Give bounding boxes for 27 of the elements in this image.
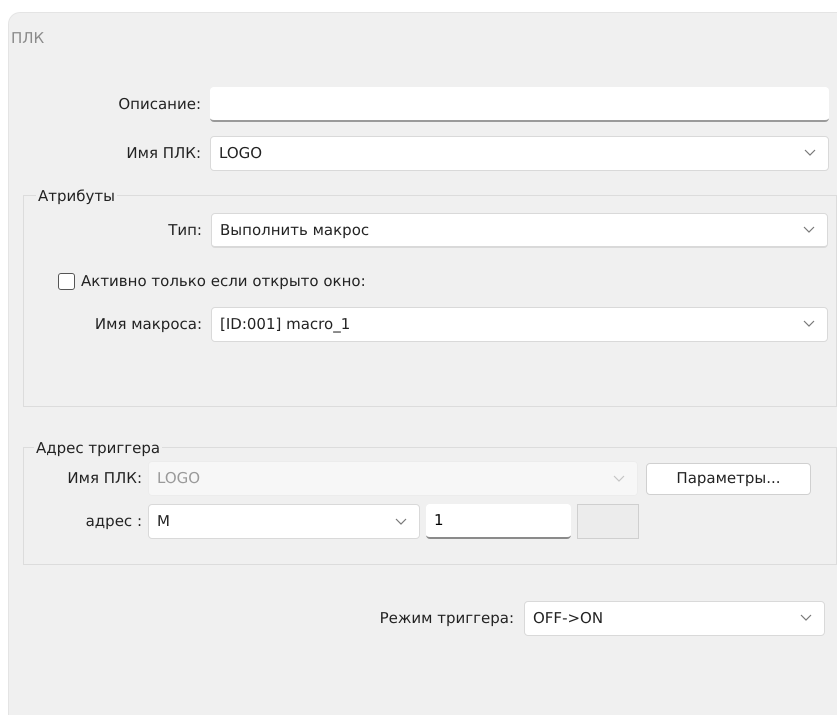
dropdown[interactable]: [ID:001] macro_1 <box>211 306 828 342</box>
window-title: ПЛК <box>10 28 46 49</box>
field-label: Описание: <box>117 94 201 115</box>
empty-field <box>577 504 639 539</box>
chevron-down-icon <box>395 518 407 526</box>
group-title: Атрибуты <box>37 186 116 206</box>
chevron-down-icon <box>804 149 816 157</box>
checkbox[interactable] <box>58 272 75 290</box>
field-label: Имя макроса: <box>94 314 202 335</box>
chevron-down-icon <box>613 474 625 482</box>
field-label: Имя ПЛК: <box>125 142 201 164</box>
chevron-down-icon <box>800 614 812 622</box>
parameters-button[interactable]: Параметры... <box>646 462 811 494</box>
dropdown[interactable]: OFF->ON <box>524 600 825 636</box>
number-field[interactable]: 1 <box>426 504 571 539</box>
group-title: Адрес триггера <box>35 438 162 458</box>
field-label: адрес : <box>84 511 142 532</box>
dropdown[interactable]: Выполнить макрос <box>211 213 828 248</box>
field-label: Тип: <box>167 220 202 242</box>
input-field[interactable] <box>210 86 829 122</box>
field-label: Режим триггера: <box>380 608 514 629</box>
field-label: Имя ПЛК: <box>66 468 142 490</box>
chevron-down-icon <box>803 226 815 234</box>
chevron-down-icon <box>803 320 815 328</box>
checkbox-label: Активно только если открыто окно: <box>81 271 366 292</box>
dropdown[interactable]: LOGO <box>210 136 829 170</box>
dropdown[interactable]: M <box>148 504 420 539</box>
